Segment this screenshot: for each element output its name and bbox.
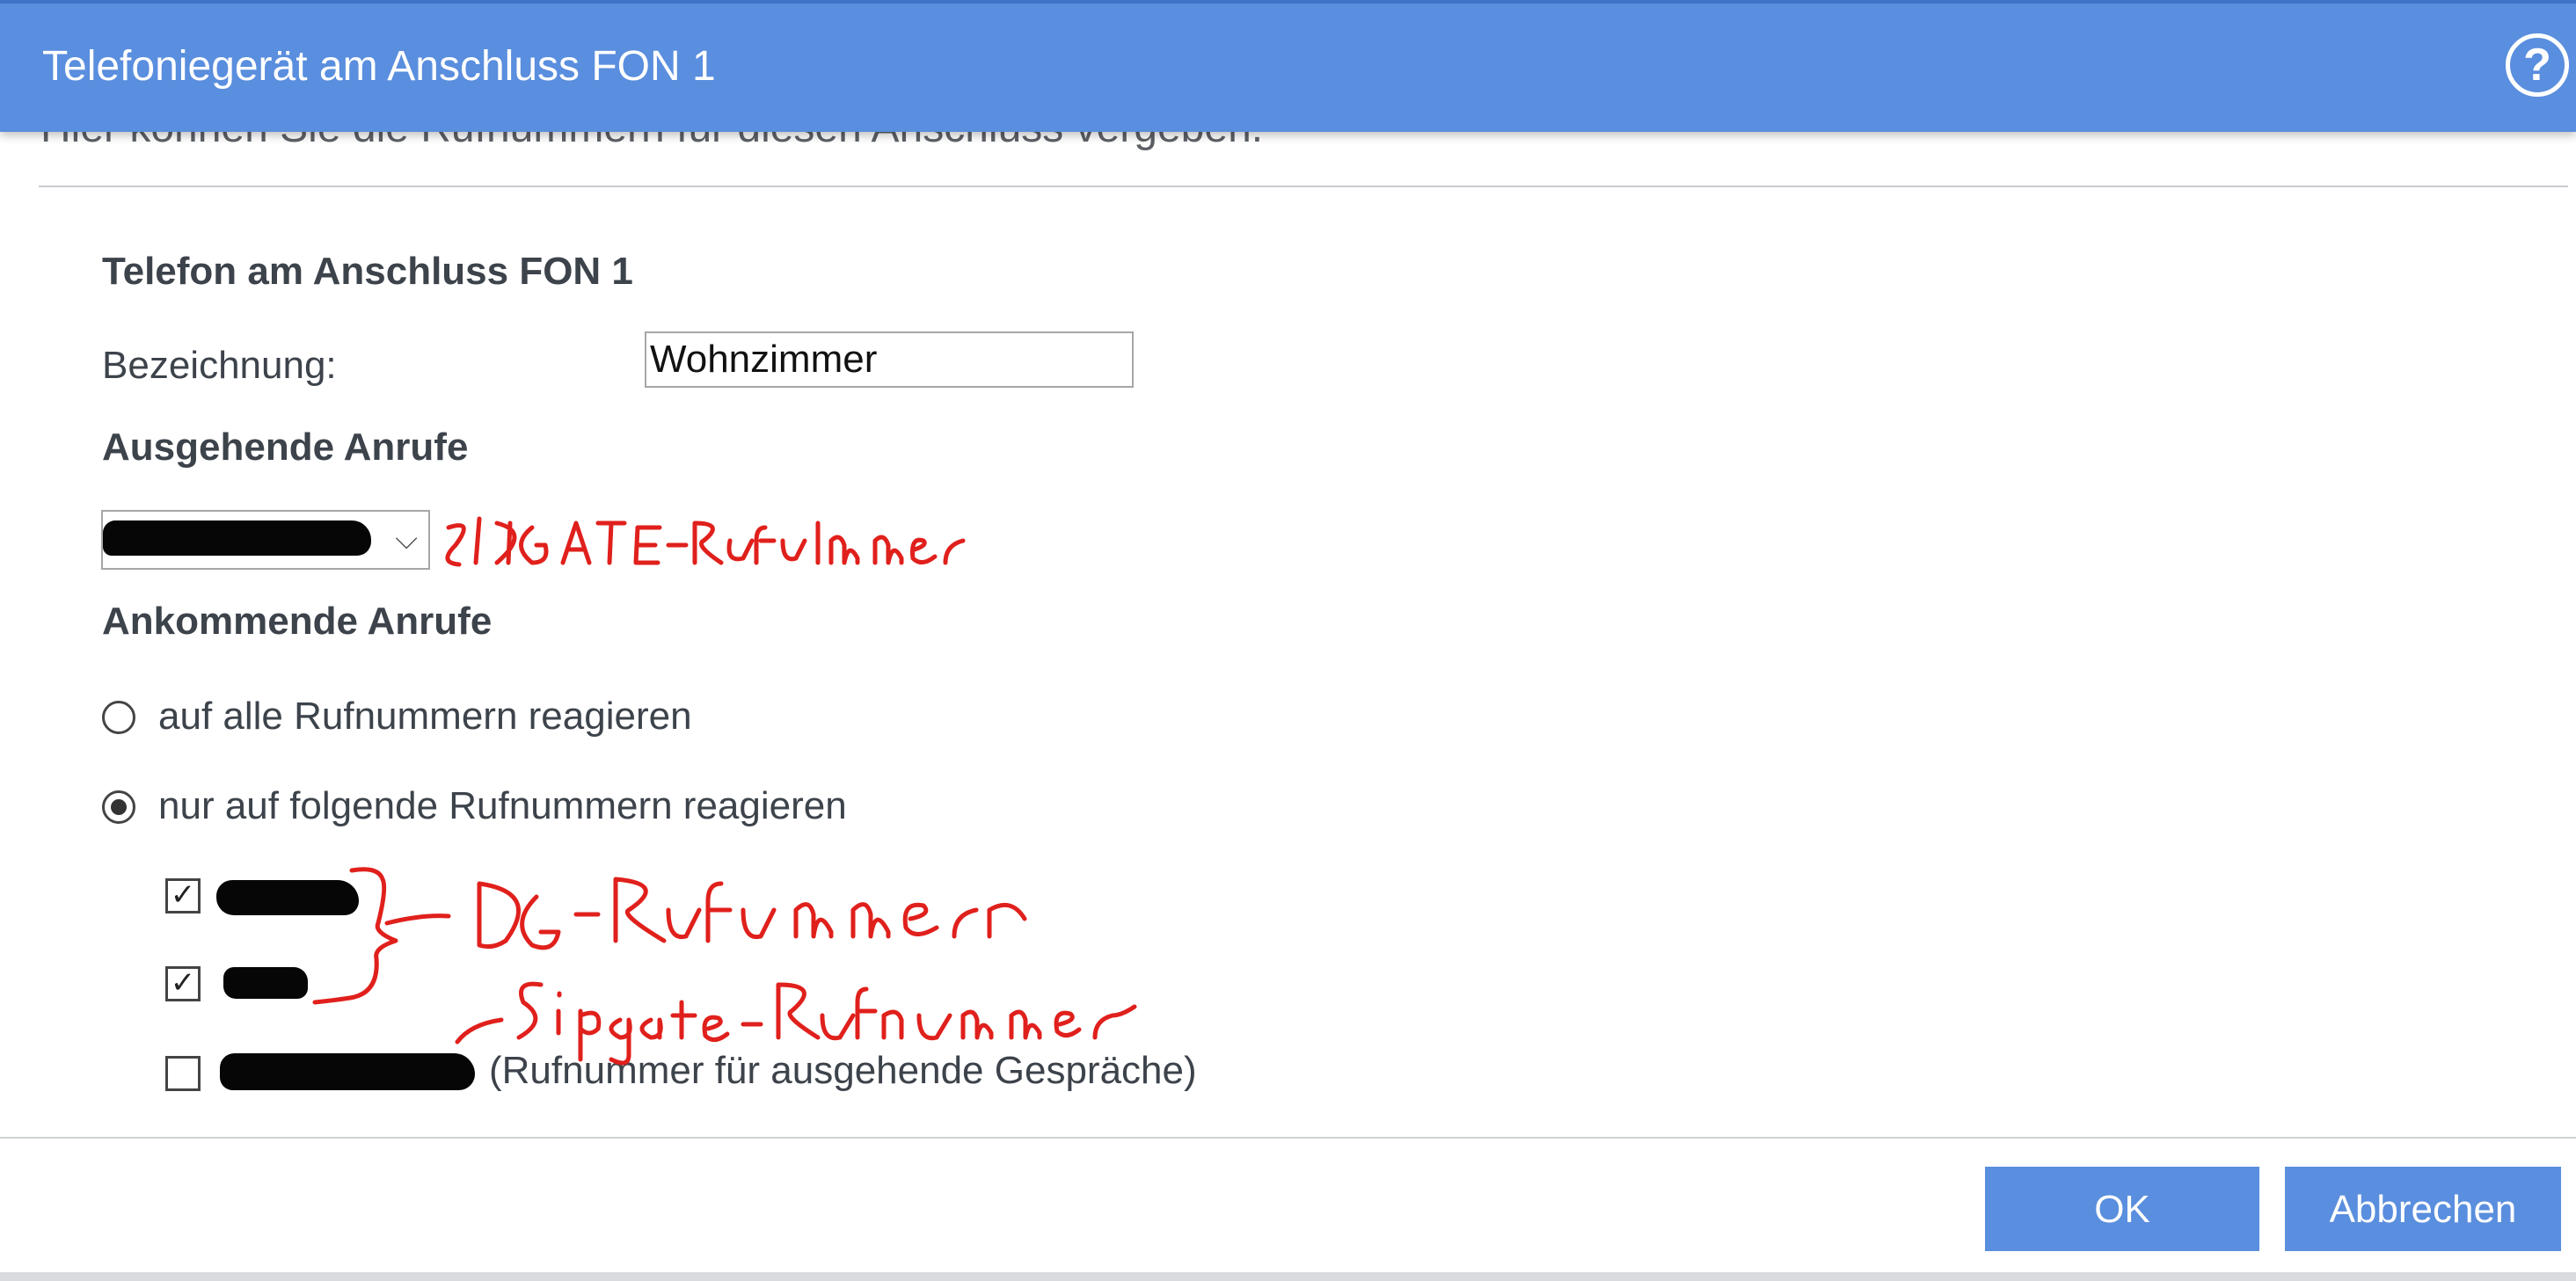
dialog-title: Telefoniegerät am Anschluss FON 1 bbox=[42, 43, 716, 90]
annotation-brace bbox=[312, 867, 398, 1005]
help-icon[interactable]: ? bbox=[2506, 33, 2569, 97]
annotation-brace-line bbox=[384, 913, 451, 926]
annotation-sipgate-incoming bbox=[455, 981, 1137, 1066]
annotation-dg-numbers bbox=[477, 877, 1027, 950]
dialog-title-bar: Telefoniegerät am Anschluss FON 1 ? bbox=[0, 0, 2576, 132]
handwritten-annotations bbox=[312, 516, 1137, 1066]
annotation-sipgate-outgoing bbox=[445, 516, 966, 567]
